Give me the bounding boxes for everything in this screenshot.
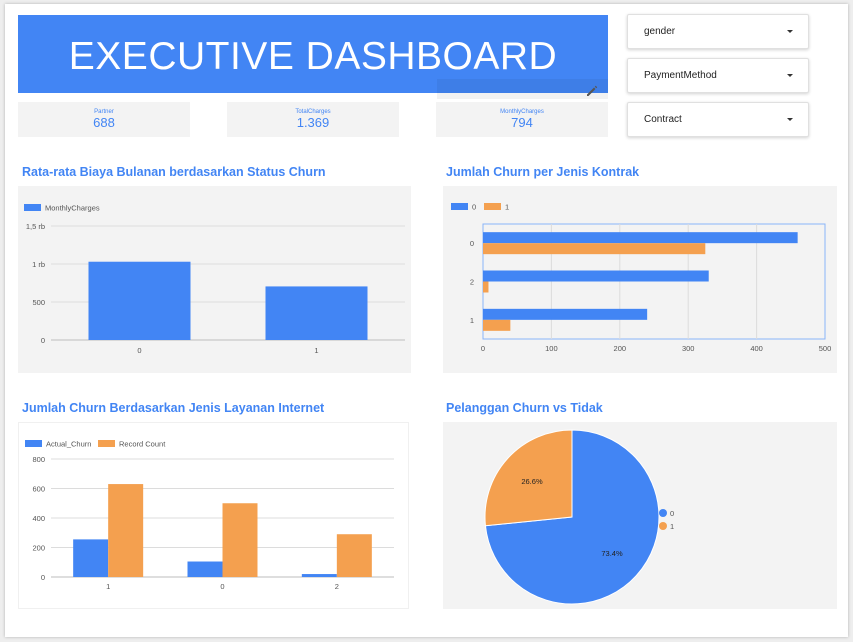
y-tick-label: 2 bbox=[470, 278, 474, 287]
kpi-value: 1.369 bbox=[296, 115, 330, 130]
bar bbox=[483, 270, 709, 282]
legend-swatch bbox=[451, 203, 468, 210]
pencil-icon[interactable] bbox=[585, 84, 599, 98]
legend-label: 0 bbox=[472, 203, 476, 212]
pie-slice-label: 26.6% bbox=[521, 477, 543, 486]
y-tick-label: 1,5 rb bbox=[26, 222, 45, 231]
bar bbox=[483, 281, 489, 293]
y-tick-label: 600 bbox=[32, 485, 45, 494]
bar bbox=[88, 261, 191, 340]
legend-swatch bbox=[25, 440, 42, 447]
bar bbox=[483, 319, 511, 331]
x-tick-label: 500 bbox=[819, 344, 832, 353]
kpi-value: 794 bbox=[511, 115, 533, 130]
y-tick-label: 0 bbox=[41, 573, 45, 582]
x-tick-label: 1 bbox=[106, 582, 110, 591]
caret-down-icon bbox=[787, 118, 793, 121]
caret-down-icon bbox=[787, 74, 793, 77]
legend-label: 1 bbox=[505, 203, 509, 212]
x-tick-label: 2 bbox=[335, 582, 339, 591]
bar bbox=[222, 503, 258, 577]
x-tick-label: 300 bbox=[682, 344, 695, 353]
x-tick-label: 1 bbox=[314, 346, 318, 355]
gender-filter[interactable]: gender bbox=[627, 14, 809, 49]
bar bbox=[73, 539, 109, 577]
kpi-partner: Partner 688 bbox=[18, 102, 190, 137]
x-tick-label: 100 bbox=[545, 344, 558, 353]
legend-label: 0 bbox=[670, 509, 674, 518]
x-tick-label: 0 bbox=[220, 582, 224, 591]
x-tick-label: 0 bbox=[481, 344, 485, 353]
banner-hover-overlay bbox=[437, 79, 608, 99]
y-tick-label: 200 bbox=[32, 544, 45, 553]
legend-label: Record Count bbox=[119, 440, 166, 449]
churn-pie-chart: 73.4% 26.6% 0 1 bbox=[484, 429, 674, 605]
contract-filter[interactable]: Contract bbox=[627, 102, 809, 137]
bar bbox=[483, 243, 706, 255]
chart-title: Jumlah Churn Berdasarkan Jenis Layanan I… bbox=[22, 401, 325, 415]
y-tick-label: 0 bbox=[41, 336, 45, 345]
legend-swatch bbox=[659, 509, 667, 517]
chart-panel-internet: Actual_Churn Record Count 0 200 400 600 800 1 0 2 bbox=[18, 422, 409, 609]
x-tick-label: 0 bbox=[137, 346, 141, 355]
chart-panel-pie: 73.4% 26.6% 0 1 bbox=[443, 422, 837, 609]
legend-swatch bbox=[24, 204, 41, 211]
x-tick-label: 200 bbox=[614, 344, 627, 353]
bar bbox=[187, 561, 223, 577]
bar bbox=[483, 232, 798, 244]
bar bbox=[301, 574, 337, 577]
filter-label: gender bbox=[644, 26, 676, 37]
bar bbox=[483, 308, 648, 320]
legend-swatch bbox=[659, 522, 667, 530]
kpi-total-charges: TotalCharges 1.369 bbox=[227, 102, 399, 137]
bar bbox=[108, 484, 144, 577]
churn-by-contract-chart: 0 1 0 100 200 300 400 500 0 2 1 bbox=[451, 203, 832, 353]
legend-label: MonthlyCharges bbox=[45, 204, 100, 213]
chart-title: Jumlah Churn per Jenis Kontrak bbox=[446, 165, 640, 179]
pie-slice-label: 73.4% bbox=[601, 549, 623, 558]
bar bbox=[336, 534, 372, 577]
filter-label: Contract bbox=[644, 114, 682, 125]
chart-title: Pelanggan Churn vs Tidak bbox=[446, 401, 603, 415]
payment-method-filter[interactable]: PaymentMethod bbox=[627, 58, 809, 93]
y-tick-label: 800 bbox=[32, 455, 45, 464]
kpi-value: 688 bbox=[93, 115, 115, 130]
filter-label: PaymentMethod bbox=[644, 70, 717, 81]
legend-label: 1 bbox=[670, 522, 674, 531]
chart-panel-avg-monthly: MonthlyCharges 0 500 1 rb 1,5 rb 0 1 bbox=[18, 186, 411, 373]
churn-by-internet-chart: Actual_Churn Record Count 0 200 400 600 800 1 0 2 bbox=[25, 440, 394, 591]
y-tick-label: 400 bbox=[32, 514, 45, 523]
chart-panel-contract: 0 1 0 100 200 300 400 500 0 2 1 bbox=[443, 186, 837, 373]
y-tick-label: 1 rb bbox=[32, 260, 45, 269]
legend-label: Actual_Churn bbox=[46, 440, 91, 449]
y-tick-label: 1 bbox=[470, 316, 474, 325]
x-tick-label: 400 bbox=[750, 344, 763, 353]
caret-down-icon bbox=[787, 30, 793, 33]
dashboard-page: EXECUTIVE DASHBOARD Partner 688 TotalCha… bbox=[5, 4, 848, 637]
kpi-monthly-charges: MonthlyCharges 794 bbox=[436, 102, 608, 137]
avg-monthly-charges-chart: MonthlyCharges 0 500 1 rb 1,5 rb 0 1 bbox=[24, 204, 405, 355]
legend-swatch bbox=[98, 440, 115, 447]
legend-swatch bbox=[484, 203, 501, 210]
chart-title: Rata-rata Biaya Bulanan berdasarkan Stat… bbox=[22, 165, 326, 179]
y-tick-label: 0 bbox=[470, 239, 474, 248]
page-title: EXECUTIVE DASHBOARD bbox=[68, 35, 558, 78]
bar bbox=[265, 286, 368, 340]
y-tick-label: 500 bbox=[32, 298, 45, 307]
